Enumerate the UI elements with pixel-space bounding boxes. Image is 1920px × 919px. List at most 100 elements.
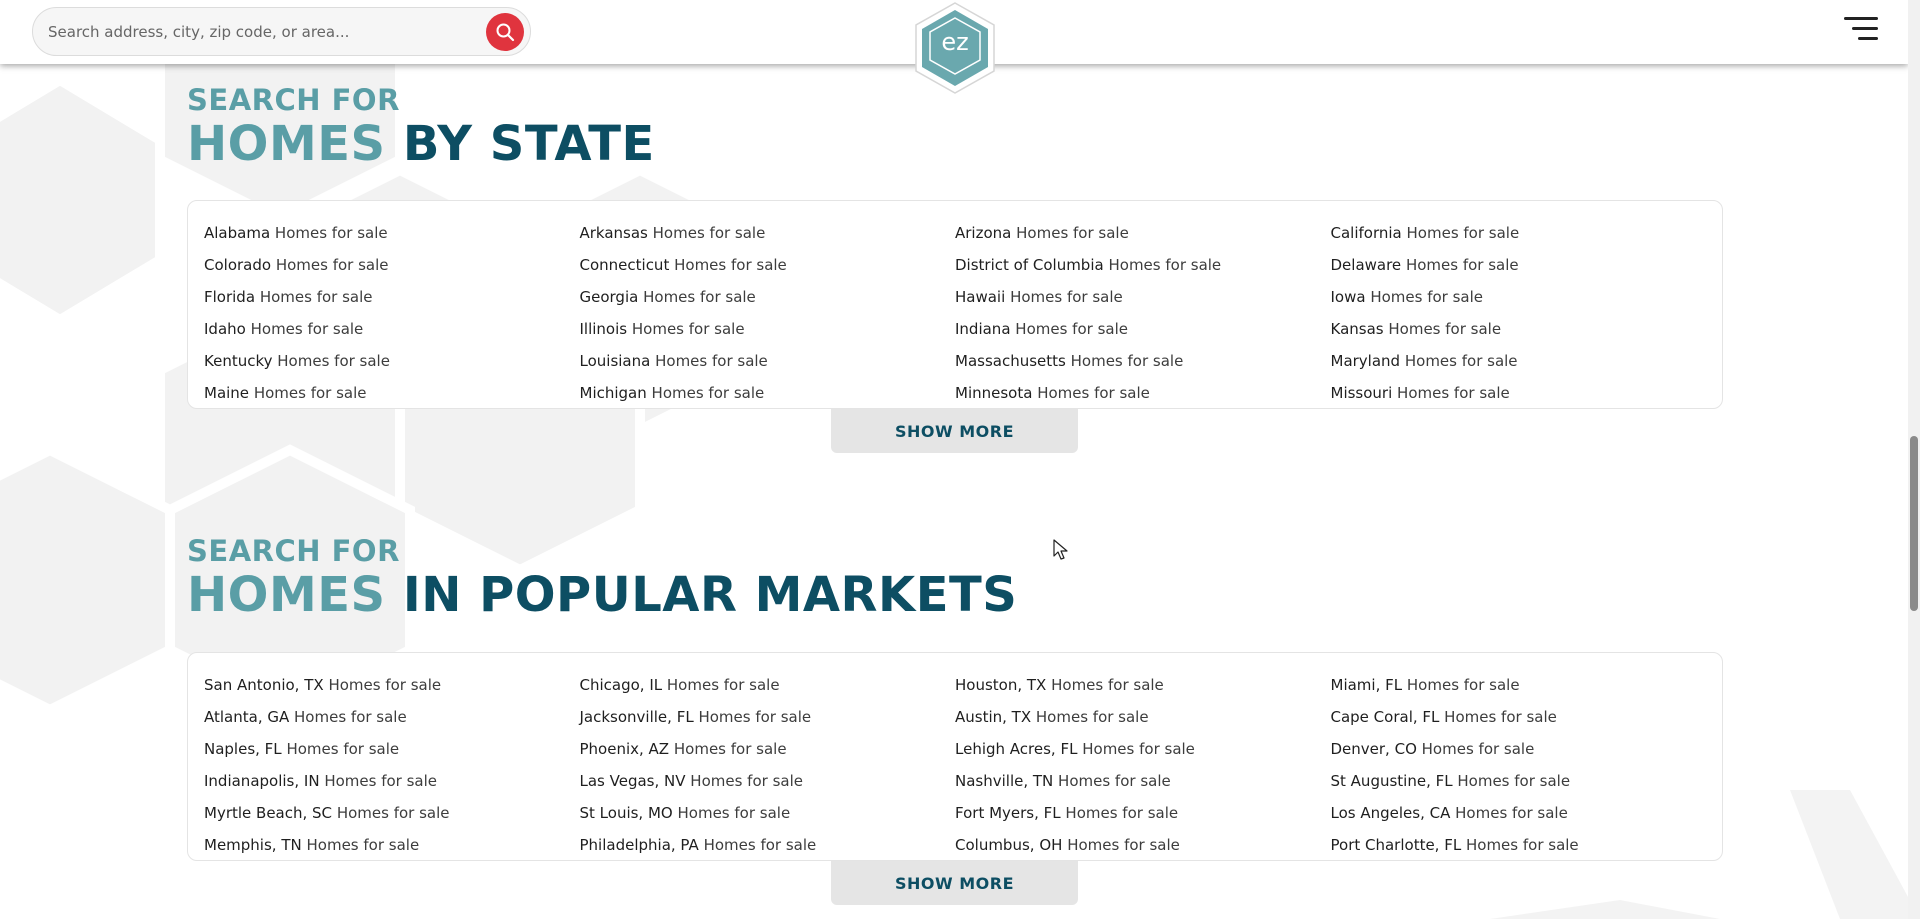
location-link[interactable]: Jacksonville, FL Homes for sale [580, 701, 956, 733]
page-scrollbar[interactable] [1908, 0, 1920, 919]
location-link[interactable]: Kentucky Homes for sale [204, 345, 580, 377]
location-name: Georgia [579, 288, 639, 306]
location-name: Arizona [955, 224, 1012, 242]
location-link[interactable]: Memphis, TN Homes for sale [204, 829, 580, 861]
location-name: Kansas [1330, 320, 1384, 338]
location-link[interactable]: Maine Homes for sale [204, 377, 580, 409]
location-name: Columbus, OH [955, 836, 1063, 854]
search-button[interactable] [486, 13, 524, 51]
location-link[interactable]: Lehigh Acres, FL Homes for sale [955, 733, 1331, 765]
location-link[interactable]: Florida Homes for sale [204, 281, 580, 313]
location-link[interactable]: District of Columbia Homes for sale [955, 249, 1331, 281]
location-link[interactable]: Iowa Homes for sale [1331, 281, 1707, 313]
homes-for-sale-label: Homes for sale [1108, 256, 1222, 274]
homes-for-sale-label: Homes for sale [1406, 676, 1520, 694]
location-link[interactable]: Arizona Homes for sale [955, 217, 1331, 249]
location-link[interactable]: Connecticut Homes for sale [580, 249, 956, 281]
location-link[interactable]: Austin, TX Homes for sale [955, 701, 1331, 733]
homes-for-sale-label: Homes for sale [275, 256, 389, 274]
location-link[interactable]: Naples, FL Homes for sale [204, 733, 580, 765]
homes-for-sale-label: Homes for sale [1051, 676, 1164, 694]
location-name: Los Angeles, CA [1330, 804, 1451, 822]
location-link[interactable]: Columbus, OH Homes for sale [955, 829, 1331, 861]
homes-for-sale-label: Homes for sale [698, 708, 812, 726]
location-name: San Antonio, TX [204, 676, 324, 694]
location-link[interactable]: Indiana Homes for sale [955, 313, 1331, 345]
location-link[interactable]: Massachusetts Homes for sale [955, 345, 1331, 377]
location-link[interactable]: Illinois Homes for sale [580, 313, 956, 345]
homes-for-sale-label: Homes for sale [1067, 836, 1180, 854]
location-link[interactable]: St Augustine, FL Homes for sale [1331, 765, 1707, 797]
scrollbar-thumb[interactable] [1910, 436, 1918, 611]
location-name: Atlanta, GA [204, 708, 290, 726]
location-link[interactable]: Miami, FL Homes for sale [1331, 669, 1707, 701]
location-link[interactable]: Arkansas Homes for sale [580, 217, 956, 249]
location-link[interactable]: Delaware Homes for sale [1331, 249, 1707, 281]
location-link[interactable]: Las Vegas, NV Homes for sale [580, 765, 956, 797]
location-name: St Louis, MO [579, 804, 673, 822]
states-eyebrow: SEARCH FOR [187, 83, 400, 117]
homes-for-sale-label: Homes for sale [1058, 772, 1171, 790]
states-show-more-button[interactable]: SHOW MORE [831, 409, 1078, 453]
search-input[interactable] [48, 8, 478, 55]
location-name: Houston, TX [955, 676, 1047, 694]
location-link[interactable]: Idaho Homes for sale [204, 313, 580, 345]
homes-for-sale-label: Homes for sale [1405, 256, 1519, 274]
location-link[interactable]: Michigan Homes for sale [580, 377, 956, 409]
location-link[interactable]: Fort Myers, FL Homes for sale [955, 797, 1331, 829]
states-grid: Alabama Homes for sale Arkansas Homes for… [204, 217, 1706, 409]
location-link[interactable]: Louisiana Homes for sale [580, 345, 956, 377]
menu-line-bottom [1858, 37, 1878, 40]
location-link[interactable]: Alabama Homes for sale [204, 217, 580, 249]
location-link[interactable]: Colorado Homes for sale [204, 249, 580, 281]
location-link[interactable]: Myrtle Beach, SC Homes for sale [204, 797, 580, 829]
homes-for-sale-label: Homes for sale [1465, 836, 1579, 854]
homes-for-sale-label: Homes for sale [1388, 320, 1502, 338]
location-link[interactable]: Los Angeles, CA Homes for sale [1331, 797, 1707, 829]
homes-for-sale-label: Homes for sale [690, 772, 803, 790]
location-link[interactable]: Chicago, IL Homes for sale [580, 669, 956, 701]
location-name: District of Columbia [955, 256, 1104, 274]
location-link[interactable]: Georgia Homes for sale [580, 281, 956, 313]
location-link[interactable]: Kansas Homes for sale [1331, 313, 1707, 345]
hamburger-menu-button[interactable] [1844, 16, 1878, 42]
homes-for-sale-label: Homes for sale [1404, 352, 1518, 370]
location-link[interactable]: Indianapolis, IN Homes for sale [204, 765, 580, 797]
location-name: Jacksonville, FL [579, 708, 694, 726]
location-link[interactable]: Houston, TX Homes for sale [955, 669, 1331, 701]
location-link[interactable]: Nashville, TN Homes for sale [955, 765, 1331, 797]
homes-for-sale-label: Homes for sale [1037, 384, 1150, 402]
search-bar [32, 7, 531, 56]
location-link[interactable]: Denver, CO Homes for sale [1331, 733, 1707, 765]
logo-text: ez [941, 28, 969, 56]
location-link[interactable]: Port Charlotte, FL Homes for sale [1331, 829, 1707, 861]
location-name: Naples, FL [204, 740, 282, 758]
location-name: Myrtle Beach, SC [204, 804, 333, 822]
ez-logo-link[interactable]: ez [912, 0, 998, 96]
location-link[interactable]: California Homes for sale [1331, 217, 1707, 249]
homes-for-sale-label: Homes for sale [1457, 772, 1571, 790]
markets-show-more-button[interactable]: SHOW MORE [831, 861, 1078, 905]
location-link[interactable]: Hawaii Homes for sale [955, 281, 1331, 313]
location-link[interactable]: Phoenix, AZ Homes for sale [580, 733, 956, 765]
search-icon [496, 23, 515, 42]
homes-for-sale-label: Homes for sale [328, 676, 442, 694]
location-name: Philadelphia, PA [579, 836, 699, 854]
location-link[interactable]: Atlanta, GA Homes for sale [204, 701, 580, 733]
location-link[interactable]: Missouri Homes for sale [1331, 377, 1707, 409]
location-name: Alabama [204, 224, 271, 242]
location-link[interactable]: Maryland Homes for sale [1331, 345, 1707, 377]
location-link[interactable]: St Louis, MO Homes for sale [580, 797, 956, 829]
markets-headline-light: HOMES [187, 567, 386, 623]
location-name: Colorado [204, 256, 272, 274]
location-name: Denver, CO [1330, 740, 1417, 758]
homes-for-sale-label: Homes for sale [652, 224, 766, 242]
location-link[interactable]: Minnesota Homes for sale [955, 377, 1331, 409]
homes-for-sale-label: Homes for sale [286, 740, 400, 758]
location-name: St Augustine, FL [1330, 772, 1453, 790]
location-link[interactable]: Cape Coral, FL Homes for sale [1331, 701, 1707, 733]
homes-for-sale-label: Homes for sale [253, 384, 367, 402]
location-link[interactable]: Philadelphia, PA Homes for sale [580, 829, 956, 861]
location-link[interactable]: San Antonio, TX Homes for sale [204, 669, 580, 701]
homes-for-sale-label: Homes for sale [1065, 804, 1179, 822]
